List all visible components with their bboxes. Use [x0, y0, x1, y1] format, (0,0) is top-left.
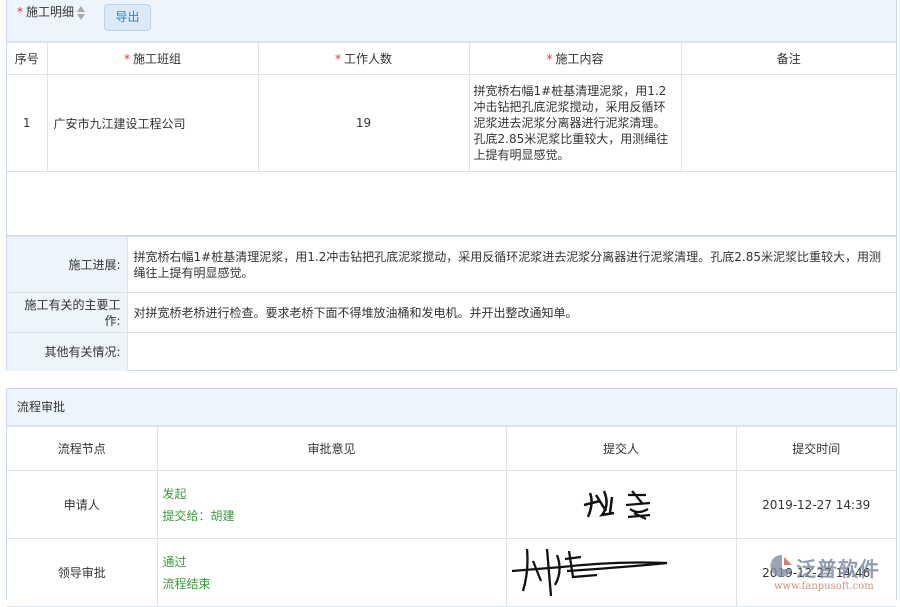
signature-image: [507, 541, 677, 601]
cell-index: 1: [7, 75, 47, 172]
section-header: *施工明细 导出: [7, 0, 896, 42]
node-cell: 领导审批: [7, 539, 157, 607]
opinion-cell: 发起提交给：胡建: [157, 471, 506, 539]
cell-workers[interactable]: 19: [258, 75, 469, 172]
node-cell: 申请人: [7, 471, 157, 539]
main-work-label: 施工有关的主要工作:: [7, 293, 127, 333]
required-icon: *: [17, 5, 23, 19]
signature-cell: [506, 471, 736, 539]
brand-logo-icon: [770, 553, 794, 579]
approval-header-row: 流程节点 审批意见 提交人 提交时间: [7, 427, 896, 471]
approval-row: 申请人 发起提交给：胡建 2019-12-27 14:39: [7, 471, 896, 539]
opinion-cell: 通过流程结束: [157, 539, 506, 607]
watermark-url: www.fanpusoft.com: [774, 581, 874, 592]
export-button[interactable]: 导出: [104, 4, 151, 31]
table-row[interactable]: 1 广安市九江建设工程公司 19 拼宽桥右幅1#桩基清理泥浆，用1.2冲击钻把孔…: [7, 75, 896, 172]
signature-cell: [506, 539, 736, 607]
table-empty-area: [7, 172, 896, 236]
cell-remark[interactable]: [681, 75, 896, 172]
watermark-brand: 泛普软件: [796, 553, 880, 582]
cell-team[interactable]: 广安市九江建设工程公司: [47, 75, 258, 172]
col-submitter: 提交人: [506, 427, 736, 471]
approval-panel: 流程审批 流程节点 审批意见 提交人 提交时间 申请人 发起提交给：胡建 201…: [6, 388, 897, 600]
section-title-text: 施工明细: [26, 5, 74, 19]
col-workers: *工作人数: [258, 43, 469, 75]
other-value[interactable]: [127, 333, 896, 371]
progress-form: 施工进展:拼宽桥右幅1#桩基清理泥浆，用1.2冲击钻把孔底泥浆搅动，采用反循环泥…: [7, 236, 896, 371]
col-team: *施工班组: [47, 43, 258, 75]
construction-detail-panel: *施工明细 导出 序号 *施工班组 *工作人数 *施工内容 备注 1 广安市九江…: [6, 0, 897, 371]
table-header-row: 序号 *施工班组 *工作人数 *施工内容 备注: [7, 43, 896, 75]
main-work-value[interactable]: 对拼宽桥老桥进行检查。要求老桥下面不得堆放油桶和发电机。并开出整改通知单。: [127, 293, 896, 333]
signature-image: [576, 483, 666, 523]
col-index: 序号: [7, 43, 47, 75]
sort-icon[interactable]: [76, 5, 86, 21]
approval-row: 领导审批 通过流程结束 2019-12-27 14:46: [7, 539, 896, 607]
col-time: 提交时间: [736, 427, 896, 471]
approval-title: 流程审批: [7, 389, 896, 426]
progress-value[interactable]: 拼宽桥右幅1#桩基清理泥浆，用1.2冲击钻把孔底泥浆搅动，采用反循环泥浆进去泥浆…: [127, 237, 896, 293]
other-label: 其他有关情况:: [7, 333, 127, 371]
col-remark: 备注: [681, 43, 896, 75]
approval-table: 流程节点 审批意见 提交人 提交时间 申请人 发起提交给：胡建 2019-12-…: [7, 426, 896, 607]
cell-content[interactable]: 拼宽桥右幅1#桩基清理泥浆，用1.2冲击钻把孔底泥浆搅动，采用反循环泥浆进去泥浆…: [469, 75, 681, 172]
progress-label: 施工进展:: [7, 237, 127, 293]
section-title: *施工明细: [17, 3, 86, 21]
col-content: *施工内容: [469, 43, 681, 75]
time-cell: 2019-12-27 14:39: [736, 471, 896, 539]
col-opinion: 审批意见: [157, 427, 506, 471]
detail-table: 序号 *施工班组 *工作人数 *施工内容 备注 1 广安市九江建设工程公司 19…: [7, 42, 896, 172]
col-node: 流程节点: [7, 427, 157, 471]
